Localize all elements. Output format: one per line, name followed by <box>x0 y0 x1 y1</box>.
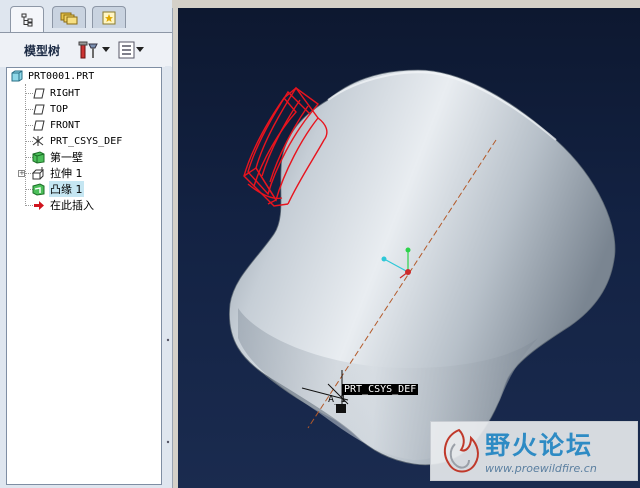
model-tree-title: 模型树 <box>24 43 61 58</box>
tree-item-label: 在此插入 <box>50 199 94 212</box>
favorites-icon <box>102 11 116 24</box>
settings-dropdown-button[interactable] <box>78 39 111 61</box>
datum-plane-icon <box>33 88 45 98</box>
tab-folder-browser[interactable] <box>52 6 86 28</box>
navigator-tabs <box>0 6 172 32</box>
flame-logo-icon <box>443 428 479 473</box>
tree-item-label: FRONT <box>50 119 81 131</box>
list-icon <box>118 41 135 59</box>
model-tree-toolbar: 模型树 <box>0 32 172 67</box>
chevron-down-icon <box>102 47 111 52</box>
tree-item-front[interactable]: FRONT <box>33 117 81 133</box>
tree-connector <box>25 93 33 94</box>
panel-splitter[interactable] <box>165 66 171 486</box>
tree-item-label: PRT_CSYS_DEF <box>50 135 123 147</box>
tree-connector <box>25 205 33 206</box>
tree-item-flange[interactable]: 凸缘 1 <box>31 181 84 197</box>
tree-connector <box>25 109 33 110</box>
csys-label: PRT_CSYS_DEF <box>342 384 419 395</box>
model-tree: PRT0001.PRT RIGHT TOP FRONT PRT_CSYS_DEF… <box>6 67 162 485</box>
proe-window: 模型树 PRT0001.PRT RIGHT TOP FRONT PRT_CSYS… <box>0 0 640 488</box>
datum-plane-icon <box>33 104 45 114</box>
tools-icon <box>78 41 98 59</box>
extrude-icon <box>32 166 45 179</box>
tree-item-csys[interactable]: PRT_CSYS_DEF <box>31 133 123 149</box>
tree-item-extrude[interactable]: 拉伸 1 <box>31 165 84 181</box>
splitter-grip-icon <box>166 338 170 444</box>
tree-connector <box>25 125 33 126</box>
part-icon <box>11 70 23 82</box>
show-dropdown-button[interactable] <box>118 39 145 61</box>
tab-favorites[interactable] <box>92 6 126 28</box>
forum-watermark: 野火论坛 www.proewildfire.cn <box>430 421 638 481</box>
tree-item-label: PRT0001.PRT <box>28 70 95 82</box>
tree-item-label: TOP <box>50 103 69 115</box>
csys-icon <box>32 136 44 146</box>
datum-plane-icon <box>33 120 45 130</box>
navigator-panel: 模型树 PRT0001.PRT RIGHT TOP FRONT PRT_CSYS… <box>0 0 173 488</box>
insert-here-icon <box>34 200 44 210</box>
expand-toggle[interactable]: + <box>18 170 25 177</box>
tab-model-tree[interactable] <box>10 6 44 32</box>
tree-item-insert-here[interactable]: 在此插入 <box>33 197 95 213</box>
tree-item-right[interactable]: RIGHT <box>33 85 81 101</box>
model-render <box>228 69 616 466</box>
tree-item-label: 第一壁 <box>50 151 83 164</box>
viewport-topbar <box>172 0 640 8</box>
tree-item-first-wall[interactable]: 第一壁 <box>31 149 84 165</box>
flange-icon <box>32 182 45 196</box>
tree-item-label: 拉伸 1 <box>50 167 83 180</box>
first-wall-icon <box>32 150 45 164</box>
chevron-down-icon <box>136 47 145 52</box>
tree-item-label: RIGHT <box>50 87 81 99</box>
folders-icon <box>60 12 78 24</box>
tree-icon <box>21 13 33 26</box>
graphics-viewport[interactable]: PRT_CSYS_DEF A_1 <box>178 8 640 488</box>
axis-label: A_1 <box>328 394 347 405</box>
tree-connector <box>25 84 26 206</box>
tree-item-part[interactable]: PRT0001.PRT <box>11 68 95 84</box>
watermark-url: www.proewildfire.cn <box>485 462 597 475</box>
tree-item-label: 凸缘 1 <box>49 181 84 197</box>
tree-item-top[interactable]: TOP <box>33 101 69 117</box>
watermark-title: 野火论坛 <box>485 431 594 460</box>
